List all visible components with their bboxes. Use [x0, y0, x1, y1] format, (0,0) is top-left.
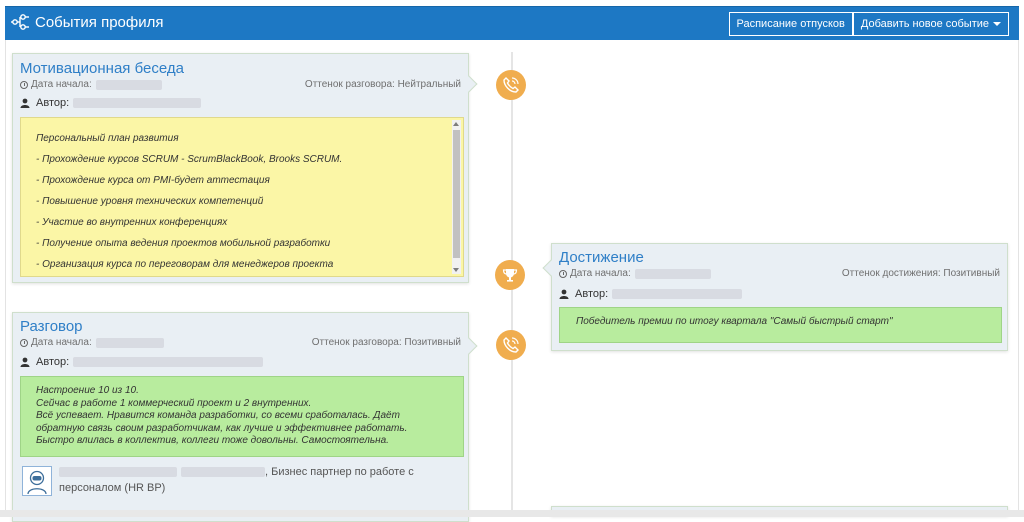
event-start-date: Дата начала:	[559, 268, 711, 279]
note-line: Быстро влилась в коллектив, коллеги тоже…	[36, 435, 389, 446]
bottom-bar	[0, 510, 1024, 517]
note-line: - Организация курса по переговорам для м…	[36, 259, 334, 270]
event-card-motivation: Мотивационная беседа Дата начала: Оттено…	[12, 53, 469, 283]
scroll-thumb[interactable]	[453, 130, 460, 258]
redacted-author	[73, 98, 202, 108]
scroll-down-icon[interactable]	[453, 268, 459, 272]
page-title: События профиля	[11, 13, 164, 31]
event-author: Автор:	[20, 97, 202, 109]
participant: , Бизнес партнер по работе с персоналом …	[59, 464, 414, 496]
note-line: - Прохождение курсов SCRUM - ScrumBlackB…	[36, 154, 343, 165]
redacted-date	[95, 79, 162, 90]
note-line: Настроение 10 из 10.	[36, 385, 139, 396]
redacted-author	[612, 289, 743, 299]
participant-role: , Бизнес партнер по работе с	[265, 466, 414, 478]
event-tone: Оттенок разговора: Нейтральный	[304, 79, 461, 90]
event-start-date: Дата начала:	[20, 337, 164, 348]
redacted-participant-name	[181, 467, 265, 477]
event-author: Автор:	[559, 288, 743, 300]
timeline-icon	[11, 14, 29, 30]
event-title[interactable]: Достижение	[559, 249, 644, 266]
timeline-container: Мотивационная беседа Дата начала: Оттено…	[5, 40, 1019, 522]
page-header: События профиля Расписание отпусков Доба…	[5, 6, 1019, 40]
scroll-up-icon[interactable]	[453, 122, 459, 126]
event-card-conversation: Разговор Дата начала: Оттенок разговора:…	[12, 312, 469, 522]
vacation-schedule-button[interactable]: Расписание отпусков	[728, 12, 853, 36]
event-author: Автор:	[20, 356, 264, 368]
trophy-icon	[495, 260, 525, 290]
redacted-author	[73, 357, 264, 367]
add-event-button[interactable]: Добавить новое событие	[852, 12, 1009, 36]
event-note: Настроение 10 из 10. Сейчас в работе 1 к…	[20, 376, 464, 457]
note-line: - Получение опыта ведения проектов мобил…	[36, 238, 331, 249]
clock-icon	[20, 80, 28, 89]
event-note: Победитель премии по итогу квартала "Сам…	[559, 307, 1002, 343]
page-title-text: События профиля	[35, 13, 164, 31]
user-icon	[20, 98, 30, 108]
note-line: Сейчас в работе 1 коммерческий проект и …	[36, 397, 312, 409]
note-line: - Повышение уровня технических компетенц…	[36, 196, 264, 207]
redacted-date	[95, 337, 164, 348]
user-icon	[559, 289, 569, 299]
event-title[interactable]: Разговор	[20, 318, 83, 335]
note-line: Победитель премии по итогу квартала "Сам…	[576, 316, 893, 327]
note-line: - Прохождение курса от PMI-будет аттеста…	[36, 175, 270, 186]
event-start-date: Дата начала:	[20, 79, 162, 90]
note-line: Всё успевает. Нравится команда разработк…	[36, 410, 400, 421]
note-line: Персональный план развития	[36, 133, 179, 144]
phone-icon	[496, 70, 526, 100]
event-title[interactable]: Мотивационная беседа	[20, 60, 184, 77]
event-card-achievement: Достижение Дата начала: Оттенок достижен…	[551, 243, 1008, 351]
add-event-label: Добавить новое событие	[860, 18, 989, 30]
clock-icon	[20, 338, 28, 347]
clock-icon	[559, 269, 567, 278]
note-line: обратную связь своим разработчикам, как …	[36, 422, 408, 434]
note-line: - Участие во внутренних конференциях	[36, 217, 228, 228]
caret-down-icon	[993, 22, 1001, 27]
event-note: Персональный план развития - Прохождение…	[20, 117, 464, 277]
phone-icon	[496, 330, 526, 360]
avatar[interactable]	[22, 466, 52, 496]
participant-role-2: персоналом (HR BP)	[59, 482, 166, 494]
note-scrollbar[interactable]	[452, 120, 461, 274]
user-icon	[20, 357, 30, 367]
event-tone: Оттенок достижения: Позитивный	[841, 268, 1000, 279]
redacted-date	[634, 268, 711, 279]
event-tone: Оттенок разговора: Позитивный	[311, 337, 461, 348]
redacted-participant-name	[59, 467, 177, 477]
